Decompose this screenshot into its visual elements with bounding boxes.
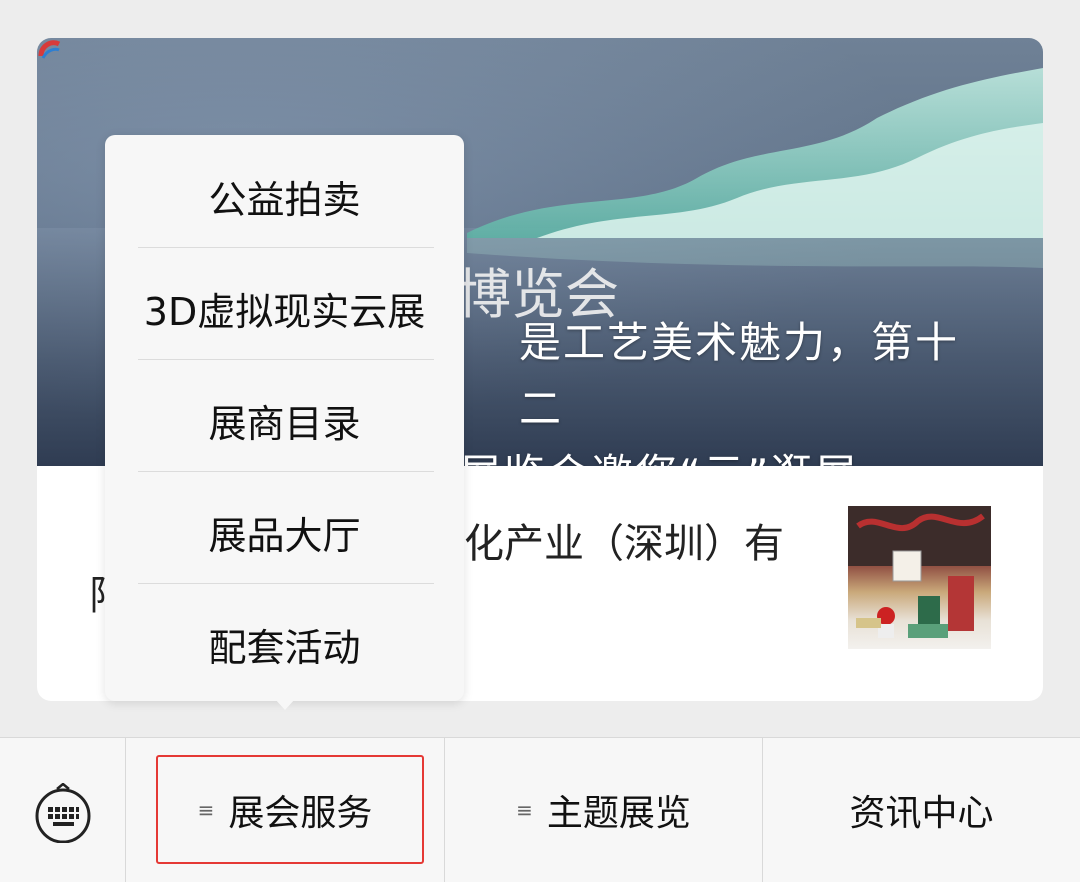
- tab-theme-exhibition[interactable]: ≡ 主题展览: [445, 738, 762, 882]
- tab-exhibition-services[interactable]: ≡ 展会服务: [126, 738, 444, 882]
- keyboard-icon: [35, 783, 91, 843]
- menu-lines-icon: ≡: [516, 798, 533, 822]
- service-popup-menu: 公益拍卖 3D虚拟现实云展 展商目录 展品大厅 配套活动: [105, 135, 464, 701]
- menu-item-label: 展商目录: [208, 401, 361, 446]
- menu-divider: [138, 583, 434, 584]
- tab-label: 主题展览: [546, 793, 691, 834]
- menu-item-supporting-events[interactable]: 配套活动: [105, 588, 464, 700]
- product-display-image: [848, 506, 991, 638]
- menu-divider: [138, 247, 434, 248]
- keyboard-toggle-button[interactable]: [0, 738, 126, 882]
- expo-logo-icon: [38, 40, 61, 59]
- menu-item-label: 3D虚拟现实云展: [143, 289, 426, 334]
- tab-news-center[interactable]: 资讯中心: [763, 738, 1080, 882]
- tab-label: 资讯中心: [849, 793, 994, 834]
- menu-item-exhibit-hall[interactable]: 展品大厅: [105, 476, 464, 588]
- tab-label: 展会服务: [228, 793, 373, 834]
- menu-item-3d-virtual-exhibition[interactable]: 3D虚拟现实云展: [105, 252, 464, 364]
- menu-item-label: 配套活动: [208, 625, 361, 670]
- menu-item-label: 展品大厅: [208, 513, 361, 558]
- popup-pointer-arrow: [274, 698, 296, 710]
- menu-item-label: 公益拍卖: [208, 177, 361, 222]
- menu-divider: [138, 359, 434, 360]
- menu-lines-icon: ≡: [197, 798, 215, 822]
- article-thumbnail: [848, 506, 991, 649]
- menu-item-charity-auction[interactable]: 公益拍卖: [105, 140, 464, 252]
- menu-item-exhibitor-directory[interactable]: 展商目录: [105, 364, 464, 476]
- official-account-menu-bar: ≡ 展会服务 ≡ 主题展览 资讯中心: [0, 737, 1080, 882]
- menu-divider: [138, 471, 434, 472]
